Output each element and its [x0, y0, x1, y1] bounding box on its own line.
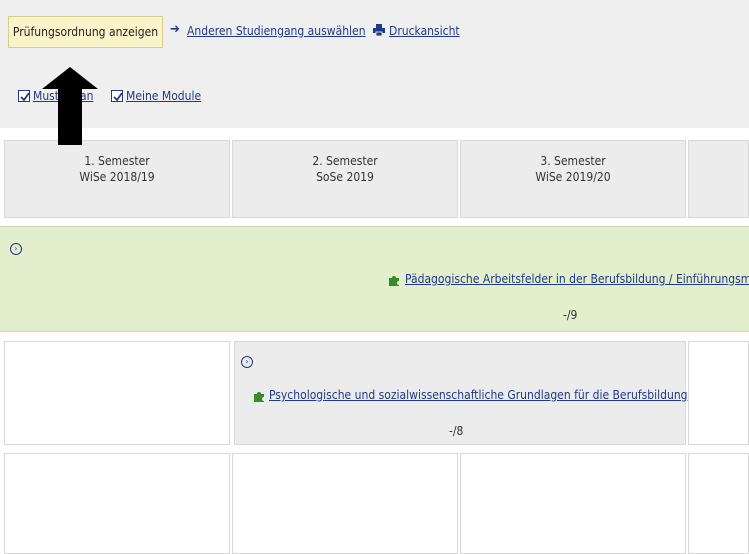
semester-header-2: 2. Semester SoSe 2019 [232, 140, 458, 218]
puzzle-icon [389, 276, 399, 286]
meine-module-label[interactable]: Meine Module [126, 89, 201, 103]
semester-title: 2. Semester [312, 154, 378, 168]
module-link[interactable]: Pädagogische Arbeitsfelder in der Berufs… [405, 272, 749, 286]
semester-header-1: 1. Semester WiSe 2018/19 [4, 140, 230, 218]
module-row-psychologisch: › Psychologische und sozialwissenschaftl… [234, 341, 688, 445]
semester-term: SoSe 2019 [316, 170, 374, 184]
pruefungsordnung-button[interactable]: Prüfungsordnung anzeigen [8, 16, 163, 48]
semester-header-4 [688, 140, 749, 218]
semester-title: 1. Semester [84, 154, 150, 168]
empty-cell [4, 453, 230, 554]
expand-circle-icon[interactable]: › [241, 356, 253, 368]
module-credits: -/8 [449, 424, 464, 438]
empty-cell [4, 341, 230, 445]
musterplan-checkbox[interactable] [18, 90, 30, 102]
semester-header-3: 3. Semester WiSe 2019/20 [460, 140, 686, 218]
module-link[interactable]: Psychologische und sozialwissenschaftlic… [269, 388, 688, 402]
arrow-right-icon: ➔ [170, 22, 180, 37]
printer-icon [373, 24, 385, 36]
semester-term: WiSe 2018/19 [79, 170, 155, 184]
empty-cell [688, 341, 749, 445]
empty-cell [688, 453, 749, 554]
puzzle-icon [254, 392, 264, 402]
semester-term: WiSe 2019/20 [535, 170, 611, 184]
expand-circle-icon[interactable]: › [10, 243, 22, 255]
module-row-paedagogisch: › Pädagogische Arbeitsfelder in der Beru… [0, 226, 749, 332]
empty-cell [460, 453, 686, 554]
toolbar-area: Prüfungsordnung anzeigen ➔ Anderen Studi… [0, 0, 749, 128]
module-credits: -/9 [563, 308, 578, 322]
black-up-arrow [42, 67, 98, 145]
checkbox-checked-icon [113, 92, 123, 102]
semester-title: 3. Semester [540, 154, 606, 168]
druckansicht-link[interactable]: Druckansicht [389, 24, 460, 38]
empty-cell [232, 453, 458, 554]
studiengang-link[interactable]: Anderen Studiengang auswählen [187, 24, 366, 38]
meine-module-checkbox[interactable] [111, 90, 123, 102]
checkbox-checked-icon [20, 92, 30, 102]
